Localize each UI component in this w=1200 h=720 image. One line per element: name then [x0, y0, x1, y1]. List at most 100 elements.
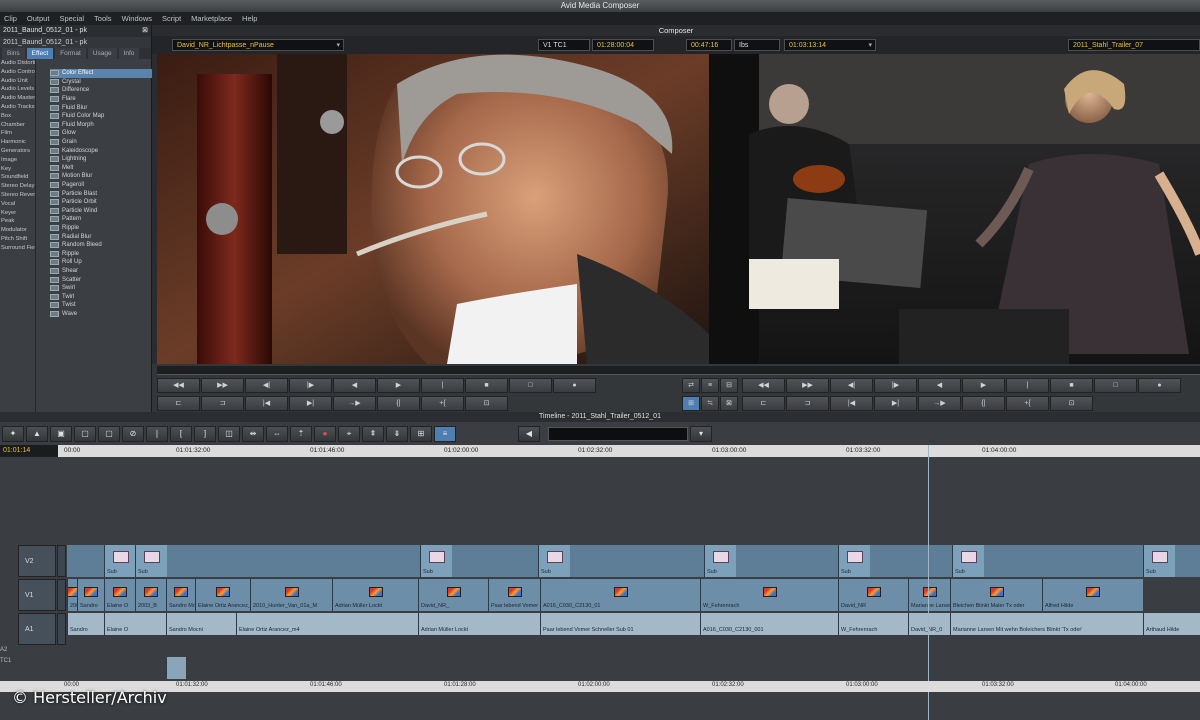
- source-edit-button[interactable]: ⊡: [465, 396, 508, 411]
- category-item[interactable]: Stereo Reverb: [0, 191, 35, 200]
- category-item[interactable]: Audio Tracks: [0, 103, 35, 112]
- menu-item[interactable]: Marketplace: [191, 12, 232, 25]
- record-monitor[interactable]: [709, 54, 1200, 364]
- source-edit-button[interactable]: ⊏: [157, 396, 200, 411]
- segment-icon[interactable]: ⇟: [386, 425, 408, 442]
- category-item[interactable]: Keyer: [0, 209, 35, 218]
- source-transport-button[interactable]: |▶: [289, 378, 332, 393]
- v1-clip[interactable]: Elaine Ortiz Arancez_m: [195, 579, 250, 611]
- v1-clip[interactable]: 2003_: [67, 579, 77, 611]
- mark-label[interactable]: Ibs: [734, 39, 780, 51]
- effect-item[interactable]: Swirl: [50, 284, 152, 293]
- a1-clip[interactable]: Paar lebend Vomer Schneller Sub 01: [540, 613, 700, 635]
- bin-tab[interactable]: Format: [55, 48, 86, 59]
- effect-item[interactable]: Shear: [50, 267, 152, 276]
- source-clip-menu[interactable]: David_NR_Lichtpasse_nPause ▾: [172, 39, 344, 51]
- menu-item[interactable]: Script: [162, 12, 181, 25]
- category-item[interactable]: Modulator: [0, 226, 35, 235]
- category-item[interactable]: Stereo Delay: [0, 182, 35, 191]
- v2-clip[interactable]: Sub: [104, 545, 136, 577]
- record-transport-button[interactable]: ▶: [962, 378, 1005, 393]
- source-edit-button[interactable]: +{: [421, 396, 464, 411]
- record-edit-button[interactable]: →▶: [918, 396, 961, 411]
- a1-clip[interactable]: Sandro Mocni: [166, 613, 236, 635]
- category-item[interactable]: Image: [0, 156, 35, 165]
- mark-in-icon[interactable]: [: [170, 425, 192, 442]
- source-transport-button[interactable]: □: [509, 378, 552, 393]
- v1-clip[interactable]: Marianne Larsen Mit wehn: [908, 579, 950, 611]
- track-label-v1[interactable]: V1: [18, 579, 56, 611]
- record-edit-button[interactable]: ▶|: [874, 396, 917, 411]
- timeline-ruler[interactable]: 01:01:14 00:00 01:01:32:00 01:01:46:00 01:0…: [0, 445, 1200, 457]
- category-item[interactable]: Audio Control: [0, 68, 35, 77]
- bin-tab[interactable]: Effect: [26, 48, 54, 59]
- position-indicator[interactable]: [928, 445, 929, 720]
- effect-item[interactable]: Random Bleed: [50, 241, 152, 250]
- effect-item[interactable]: Radial Blur: [50, 232, 152, 241]
- splice-button[interactable]: ⊞: [682, 396, 700, 411]
- lift-button[interactable]: ⊠: [720, 396, 738, 411]
- track-patch[interactable]: [57, 613, 66, 645]
- mark-out-icon[interactable]: ]: [194, 425, 216, 442]
- record-transport-button[interactable]: ▶▶: [786, 378, 829, 393]
- timeline-menu-icon[interactable]: ≡: [434, 425, 456, 442]
- v2-clip[interactable]: Sub: [135, 545, 167, 577]
- segment-icon[interactable]: ⇞: [362, 425, 384, 442]
- timeline-search-field[interactable]: [548, 426, 688, 441]
- v1-clip[interactable]: Adrian Müller Lockt: [332, 579, 418, 611]
- a1-clip[interactable]: W_Fehrenrach: [838, 613, 908, 635]
- record-edit-button[interactable]: {|: [962, 396, 1005, 411]
- record-transport-button[interactable]: ◀: [918, 378, 961, 393]
- record-sequence-menu[interactable]: 2011_Stahl_Trailer_07: [1068, 39, 1200, 51]
- effect-item[interactable]: Ripple: [50, 249, 152, 258]
- record-edit-button[interactable]: ⊐: [786, 396, 829, 411]
- a1-clip[interactable]: Adrian Müller Lockt: [418, 613, 540, 635]
- effect-item[interactable]: Fluid Color Map: [50, 112, 152, 121]
- track-label-v2[interactable]: V2: [18, 545, 56, 577]
- source-monitor[interactable]: [157, 54, 709, 364]
- clear-icon[interactable]: ◫: [218, 425, 240, 442]
- toggle-button[interactable]: ⊟: [720, 378, 738, 393]
- effect-item[interactable]: Flare: [50, 95, 152, 104]
- source-transport-button[interactable]: ▶▶: [201, 378, 244, 393]
- source-transport-button[interactable]: ●: [553, 378, 596, 393]
- record-transport-button[interactable]: ■: [1050, 378, 1093, 393]
- a1-clip[interactable]: Arthaud Hilde: [1143, 613, 1200, 635]
- frame-icon[interactable]: ▢: [74, 425, 96, 442]
- category-item[interactable]: Chamber: [0, 121, 35, 130]
- source-edit-button[interactable]: |◀: [245, 396, 288, 411]
- source-edit-button[interactable]: ⊐: [201, 396, 244, 411]
- source-transport-button[interactable]: ◀: [333, 378, 376, 393]
- v1-clip[interactable]: A016_C030_C2130_01: [540, 579, 700, 611]
- category-item[interactable]: Audio Unit: [0, 77, 35, 86]
- effect-item[interactable]: Glow: [50, 129, 152, 138]
- source-transport-button[interactable]: ▶: [377, 378, 420, 393]
- v1-clip[interactable]: David_NR_: [418, 579, 488, 611]
- track-indicator[interactable]: V1 TC1: [538, 39, 590, 51]
- category-item[interactable]: Surround Field: [0, 244, 35, 253]
- category-item[interactable]: Box: [0, 112, 35, 121]
- category-item[interactable]: Audio Distortion: [0, 59, 35, 68]
- effect-item[interactable]: Pattern: [50, 215, 152, 224]
- trim-icon[interactable]: ⇔: [266, 425, 288, 442]
- category-item[interactable]: Audio Mastering: [0, 94, 35, 103]
- effect-item[interactable]: Lightning: [50, 155, 152, 164]
- v1-clip[interactable]: Sandro: [77, 579, 104, 611]
- source-transport-button[interactable]: ◀|: [245, 378, 288, 393]
- category-item[interactable]: Key: [0, 165, 35, 174]
- track-label-a1[interactable]: A1: [18, 613, 56, 645]
- v2-clip[interactable]: Sub: [538, 545, 570, 577]
- up-icon[interactable]: ▲: [26, 425, 48, 442]
- v2-clip[interactable]: Sub: [420, 545, 452, 577]
- category-item[interactable]: Vocal: [0, 200, 35, 209]
- record-edit-button[interactable]: ⊏: [742, 396, 785, 411]
- extend-icon[interactable]: ⇹: [242, 425, 264, 442]
- category-item[interactable]: Generators: [0, 147, 35, 156]
- effect-item[interactable]: Fluid Morph: [50, 121, 152, 130]
- record-edit-button[interactable]: |◀: [830, 396, 873, 411]
- a1-clip[interactable]: Marianne Larsen Mit wehn Boleichers Blin…: [950, 613, 1143, 635]
- effect-item[interactable]: Ripple: [50, 224, 152, 233]
- v1-clip[interactable]: Elaine O: [104, 579, 135, 611]
- match-frame-button[interactable]: ⇄: [682, 378, 700, 393]
- record-transport-button[interactable]: ◀◀: [742, 378, 785, 393]
